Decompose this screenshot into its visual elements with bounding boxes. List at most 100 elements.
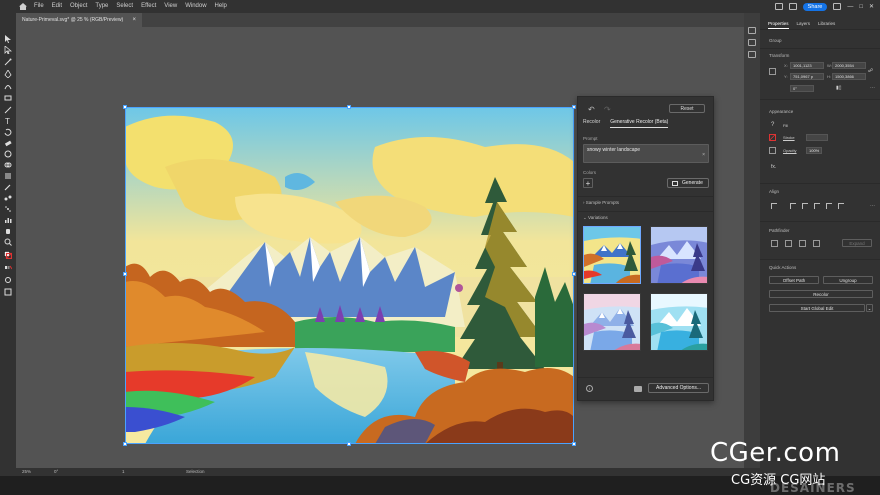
menu-file[interactable]: File bbox=[30, 0, 48, 13]
variation-thumbnail-1[interactable] bbox=[583, 226, 641, 284]
x-field[interactable]: 1001,1123 bbox=[790, 62, 824, 69]
libraries-icon[interactable] bbox=[748, 27, 756, 34]
tab-libraries[interactable]: Libraries bbox=[818, 18, 835, 29]
resize-handle-bl[interactable] bbox=[123, 442, 127, 446]
symbol-sprayer-icon[interactable] bbox=[4, 200, 12, 212]
eraser-tool-icon[interactable] bbox=[4, 134, 12, 147]
eyedropper-icon[interactable] bbox=[4, 178, 12, 191]
variations-toggle[interactable]: ⌄ Variations bbox=[583, 215, 608, 221]
pathfinder-minus-front-icon[interactable] bbox=[785, 240, 792, 247]
pathfinder-intersect-icon[interactable] bbox=[799, 240, 806, 247]
start-global-edit-button[interactable]: Start Global Edit bbox=[769, 304, 865, 312]
tab-recolor[interactable]: Recolor bbox=[583, 119, 600, 128]
resize-handle-bm[interactable] bbox=[347, 442, 351, 446]
color-mode-icon[interactable] bbox=[4, 259, 13, 270]
artboard-number[interactable]: 1 bbox=[122, 469, 125, 474]
constrain-link-icon[interactable]: ☍ bbox=[868, 68, 873, 74]
rectangle-tool-icon[interactable] bbox=[4, 89, 12, 101]
stroke-weight-field[interactable] bbox=[806, 134, 828, 141]
height-field[interactable]: 1500,3866 bbox=[832, 73, 866, 80]
direct-selection-tool-icon[interactable] bbox=[4, 41, 13, 55]
fill-question-icon[interactable]: ? bbox=[771, 122, 774, 128]
reset-button[interactable]: Reset bbox=[669, 104, 705, 113]
gradient-tool-icon[interactable] bbox=[4, 167, 12, 179]
offset-path-button[interactable]: Offset Path bbox=[769, 276, 819, 284]
align-left-icon[interactable] bbox=[771, 203, 777, 209]
tab-properties[interactable]: Properties bbox=[768, 18, 789, 29]
selection-tool-icon[interactable] bbox=[4, 30, 12, 43]
fx-icon[interactable]: fx. bbox=[771, 164, 776, 170]
clear-prompt-icon[interactable]: × bbox=[702, 152, 705, 158]
stroke-swatch-icon[interactable] bbox=[769, 134, 776, 141]
sample-prompts-toggle[interactable]: › Sample Prompts bbox=[583, 200, 619, 205]
resize-handle-tr[interactable] bbox=[572, 105, 576, 109]
fill-stroke-swatch-icon[interactable] bbox=[4, 246, 13, 260]
undo-icon[interactable]: ↶ bbox=[588, 105, 595, 114]
menu-type[interactable]: Type bbox=[91, 0, 112, 13]
expand-button[interactable]: Expand bbox=[842, 239, 872, 247]
hand-tool-icon[interactable] bbox=[4, 222, 12, 234]
type-tool-icon[interactable]: T bbox=[4, 112, 12, 126]
close-icon[interactable]: ✕ bbox=[869, 3, 874, 10]
opacity-field[interactable]: 100% bbox=[806, 147, 822, 154]
align-vcenter-icon[interactable] bbox=[826, 203, 832, 209]
curvature-tool-icon[interactable] bbox=[4, 77, 12, 90]
menu-object[interactable]: Object bbox=[66, 0, 91, 13]
search-icon[interactable] bbox=[774, 3, 783, 10]
width-field[interactable]: 2000,3554 bbox=[832, 62, 866, 69]
more-options-icon[interactable]: ⋯ bbox=[870, 85, 875, 91]
rotate-tool-icon[interactable] bbox=[4, 123, 12, 136]
resize-handle-mr[interactable] bbox=[572, 272, 576, 276]
generate-button[interactable]: Generate bbox=[667, 178, 709, 188]
prompt-input[interactable]: snowy winter landscape × bbox=[583, 144, 709, 163]
minimize-icon[interactable]: — bbox=[847, 4, 853, 10]
comments-panel-icon[interactable] bbox=[748, 39, 756, 46]
pathfinder-exclude-icon[interactable] bbox=[813, 240, 820, 247]
maximize-icon[interactable]: □ bbox=[859, 4, 863, 10]
global-edit-dropdown-icon[interactable]: ⌄ bbox=[866, 304, 873, 312]
zoom-level[interactable]: 25% bbox=[22, 469, 31, 474]
pen-tool-icon[interactable] bbox=[4, 65, 12, 79]
pathfinder-unite-icon[interactable] bbox=[771, 240, 778, 247]
menu-edit[interactable]: Edit bbox=[48, 0, 66, 13]
rotate-field[interactable]: 0° bbox=[790, 85, 814, 92]
ungroup-button[interactable]: Ungroup bbox=[823, 276, 873, 284]
folder-icon[interactable] bbox=[634, 386, 642, 392]
menu-view[interactable]: View bbox=[160, 0, 181, 13]
share-button[interactable]: Share bbox=[802, 2, 828, 11]
recolor-button[interactable]: Recolor bbox=[769, 290, 873, 298]
tab-generative-recolor[interactable]: Generative Recolor (Beta) bbox=[610, 119, 669, 128]
info-icon[interactable]: i bbox=[586, 385, 593, 392]
screen-mode-icon[interactable] bbox=[4, 283, 12, 296]
shape-builder-icon[interactable] bbox=[4, 156, 12, 168]
rotation-value[interactable]: 0° bbox=[54, 469, 58, 474]
resize-handle-tl[interactable] bbox=[123, 105, 127, 109]
document-tab[interactable]: Nature-Primeval.svg* @ 25 % (RGB/Preview… bbox=[16, 13, 142, 27]
align-right-icon[interactable] bbox=[802, 203, 808, 209]
resize-handle-br[interactable] bbox=[572, 442, 576, 446]
variation-thumbnail-4[interactable] bbox=[650, 293, 708, 351]
warp-tool-icon[interactable] bbox=[4, 145, 12, 158]
align-more-icon[interactable]: ⋯ bbox=[870, 203, 875, 209]
variation-thumbnail-2[interactable] bbox=[650, 226, 708, 284]
menu-help[interactable]: Help bbox=[211, 0, 231, 13]
home-icon[interactable] bbox=[16, 0, 30, 13]
flip-horizontal-icon[interactable]: ▮▯ bbox=[836, 85, 842, 91]
redo-icon[interactable]: ↷ bbox=[604, 105, 611, 114]
resize-handle-ml[interactable] bbox=[123, 272, 127, 276]
draw-mode-icon[interactable] bbox=[4, 271, 12, 283]
zoom-tool-icon[interactable] bbox=[4, 233, 12, 246]
menu-effect[interactable]: Effect bbox=[137, 0, 160, 13]
workspace-icon[interactable] bbox=[833, 3, 842, 10]
artwork-landscape[interactable] bbox=[125, 107, 574, 444]
graph-tool-icon[interactable] bbox=[4, 211, 12, 223]
opacity-label[interactable]: Opacity bbox=[783, 148, 797, 153]
align-hcenter-icon[interactable] bbox=[790, 203, 796, 209]
menu-select[interactable]: Select bbox=[112, 0, 137, 13]
align-top-icon[interactable] bbox=[814, 203, 820, 209]
stroke-label[interactable]: Stroke bbox=[783, 135, 795, 140]
magic-wand-icon[interactable] bbox=[4, 53, 12, 66]
properties-panel-icon[interactable] bbox=[748, 51, 756, 58]
resize-handle-tm[interactable] bbox=[347, 105, 351, 109]
advanced-options-button[interactable]: Advanced Options... bbox=[648, 383, 709, 393]
